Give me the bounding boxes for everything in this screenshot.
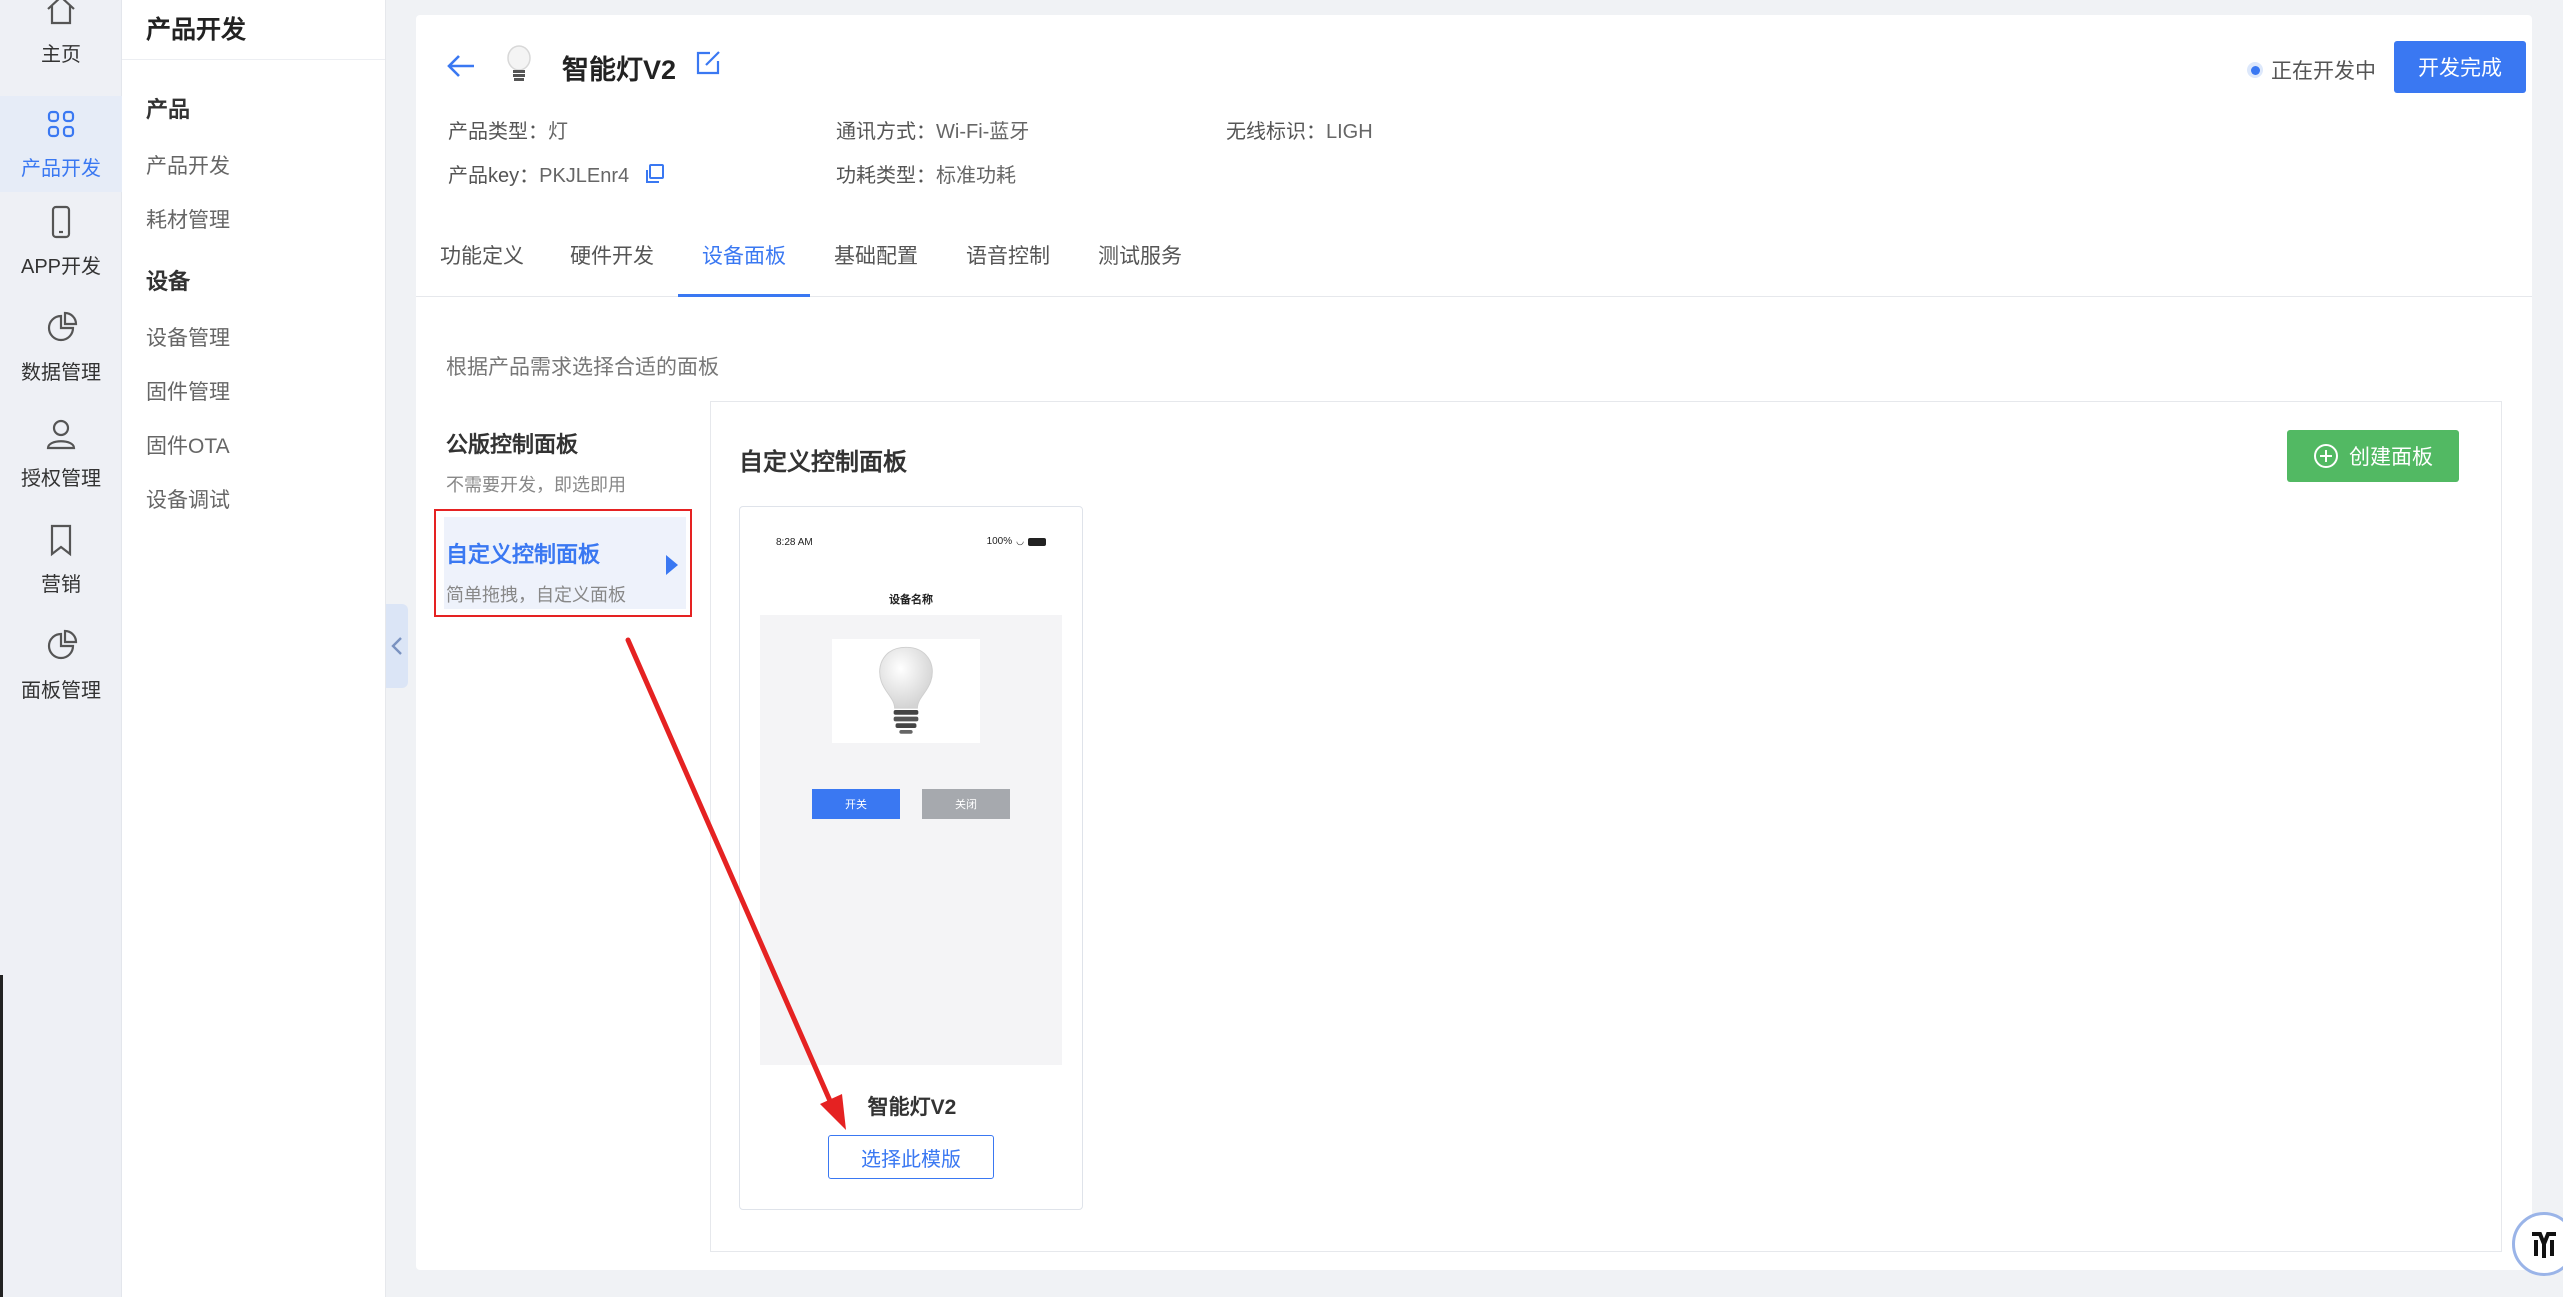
rail-item-data[interactable]: 数据管理 — [0, 310, 122, 406]
sub-sidebar-item-firmware[interactable]: 固件管理 — [146, 376, 230, 406]
meta-label: 产品类型： — [448, 121, 548, 143]
status-text: 正在开发中 — [2271, 60, 2376, 83]
product-name: 智能灯V2 — [562, 55, 677, 85]
template-card: 8:28 AM 100% ◡ 设备名称 开关 关闭 智能灯V2 选择此模版 — [739, 506, 1083, 1210]
option-public-panel[interactable]: 公版控制面板 不需要开发，即选即用 — [446, 427, 702, 497]
status-dot-icon — [2247, 62, 2263, 78]
tab-basic-config[interactable]: 基础配置 — [810, 237, 942, 297]
grid-icon — [47, 110, 75, 138]
rail-item-label: 授权管理 — [21, 468, 101, 490]
back-button[interactable] — [444, 49, 478, 83]
edit-name-button[interactable] — [694, 49, 724, 79]
preview-on-button: 开关 — [812, 789, 900, 819]
tab-bar: 功能定义 硬件开发 设备面板 基础配置 语音控制 测试服务 — [416, 237, 2532, 297]
chevron-left-icon — [391, 637, 402, 655]
sub-sidebar-group-device: 设备 — [146, 269, 191, 294]
sub-sidebar-group-product: 产品 — [146, 97, 191, 122]
user-icon — [46, 419, 76, 450]
meta-value: LIGH — [1326, 121, 1373, 143]
section-title: 自定义控制面板 — [739, 449, 907, 476]
rail-item-marketing[interactable]: 营销 — [0, 522, 122, 618]
rail-item-label: 主页 — [41, 44, 81, 66]
bookmark-icon — [50, 524, 72, 557]
rail-item-app-dev[interactable]: APP开发 — [0, 204, 122, 300]
tab-voice-control[interactable]: 语音控制 — [942, 237, 1074, 297]
annotation-highlight-box — [434, 509, 692, 617]
option-title: 公版控制面板 — [446, 432, 579, 457]
plus-circle-icon — [2314, 444, 2338, 468]
tab-test-service[interactable]: 测试服务 — [1074, 237, 1206, 297]
select-template-button[interactable]: 选择此模版 — [828, 1135, 994, 1179]
preview-off-button: 关闭 — [922, 789, 1010, 819]
dev-status: 正在开发中 — [2247, 55, 2376, 85]
create-panel-button[interactable]: 创建面板 — [2287, 430, 2459, 482]
sub-sidebar-title: 产品开发 — [122, 0, 385, 60]
preview-time: 8:28 AM — [776, 537, 813, 548]
sub-sidebar-item-device-mgmt[interactable]: 设备管理 — [146, 322, 230, 352]
meta-product-key: 产品key：PKJLEnr4 — [448, 159, 665, 188]
rail-item-panel-mgmt[interactable]: 面板管理 — [0, 628, 122, 724]
meta-value: 灯 — [548, 121, 568, 143]
icon-rail: 主页 产品开发 APP开发 数据管理 授权管理 营销 面板管理 — [0, 0, 122, 1297]
pie-chart-icon — [47, 311, 78, 342]
rail-item-label: 产品开发 — [21, 158, 101, 180]
lightbulb-icon — [502, 43, 536, 87]
pie-chart-icon — [47, 629, 78, 660]
window-edge — [0, 975, 3, 1297]
meta-label: 通讯方式： — [836, 121, 936, 143]
custom-panel-area: 自定义控制面板 创建面板 8:28 AM 100% ◡ 设备名称 开关 关闭 智… — [710, 401, 2502, 1252]
meta-value: Wi-Fi-蓝牙 — [936, 121, 1030, 143]
meta-value: 标准功耗 — [936, 165, 1016, 187]
rail-item-auth[interactable]: 授权管理 — [0, 416, 122, 512]
wifi-icon: ◡ — [1016, 536, 1024, 546]
preview-body: 开关 关闭 — [760, 615, 1062, 1065]
arrow-left-icon — [447, 55, 474, 77]
tab-function-def[interactable]: 功能定义 — [416, 237, 548, 297]
rail-item-label: 面板管理 — [21, 680, 101, 702]
meta-product-type: 产品类型：灯 — [448, 115, 568, 144]
rail-item-label: APP开发 — [20, 256, 102, 278]
edit-icon — [696, 51, 720, 75]
rail-item-product-dev[interactable]: 产品开发 — [0, 96, 122, 192]
finish-development-button[interactable]: 开发完成 — [2394, 41, 2526, 93]
option-desc: 不需要开发，即选即用 — [446, 475, 626, 495]
preview-bulb-image — [832, 639, 980, 743]
rail-item-home[interactable]: 主页 — [0, 0, 122, 88]
meta-comm-method: 通讯方式：Wi-Fi-蓝牙 — [836, 115, 1029, 144]
meta-power-type: 功耗类型：标准功耗 — [836, 159, 1016, 188]
sidebar-collapse-handle[interactable] — [386, 604, 408, 688]
template-name: 智能灯V2 — [867, 1096, 957, 1119]
sub-sidebar: 产品开发 产品 产品开发 耗材管理 设备 设备管理 固件管理 固件OTA 设备调… — [122, 0, 386, 1297]
rail-item-label: 数据管理 — [21, 362, 101, 384]
meta-wireless-id: 无线标识：LIGH — [1226, 115, 1373, 144]
sub-sidebar-item-product-dev[interactable]: 产品开发 — [146, 150, 230, 180]
sub-sidebar-item-ota[interactable]: 固件OTA — [146, 430, 230, 460]
template-preview: 8:28 AM 100% ◡ 设备名称 开关 关闭 — [760, 527, 1062, 1065]
phone-icon — [51, 205, 71, 239]
tab-device-panel[interactable]: 设备面板 — [678, 237, 810, 297]
sub-sidebar-item-debug[interactable]: 设备调试 — [146, 484, 230, 514]
panel-hint: 根据产品需求选择合适的面板 — [446, 356, 719, 379]
meta-label: 产品key： — [448, 165, 540, 187]
rail-item-label: 营销 — [41, 574, 81, 596]
meta-label: 功耗类型： — [836, 165, 936, 187]
battery-icon — [1028, 537, 1046, 546]
preview-battery: 100% ◡ — [987, 536, 1046, 547]
tab-hardware-dev[interactable]: 硬件开发 — [546, 237, 678, 297]
preview-battery-text: 100% — [986, 536, 1013, 547]
lightbulb-icon — [879, 646, 933, 734]
meta-value: PKJLEnr4 — [539, 165, 630, 187]
main-card: 智能灯V2 正在开发中 开发完成 产品类型：灯 通讯方式：Wi-Fi-蓝牙 无线… — [416, 15, 2532, 1270]
home-icon — [47, 0, 75, 25]
meta-label: 无线标识： — [1226, 121, 1326, 143]
create-panel-label: 创建面板 — [2349, 446, 2433, 469]
preview-title: 设备名称 — [889, 594, 933, 606]
sub-sidebar-item-consumables[interactable]: 耗材管理 — [146, 204, 230, 234]
logo-icon — [2532, 1232, 2556, 1258]
copy-icon[interactable] — [643, 163, 665, 185]
